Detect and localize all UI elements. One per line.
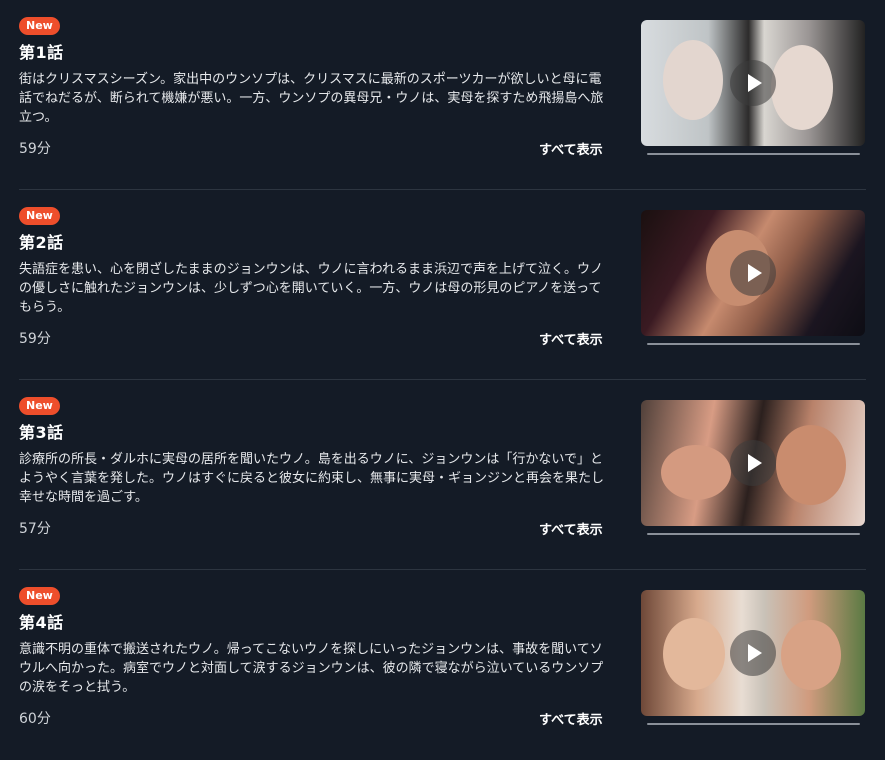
episode-thumbnail[interactable] [641, 590, 865, 716]
episode-thumbnail[interactable] [641, 210, 865, 336]
show-all-button[interactable]: すべて表示 [539, 709, 603, 728]
new-badge: New [19, 207, 60, 225]
show-all-button[interactable]: すべて表示 [539, 519, 603, 538]
thumbnail-image [776, 425, 846, 505]
thumbnail-image [663, 618, 725, 690]
thumbnail-image [781, 620, 841, 690]
episode-thumbnail[interactable] [641, 20, 865, 146]
episode-item: New 第2話 失語症を患い、心を閉ざしたままのジョンウンは、ウノに言われるまま… [0, 190, 885, 380]
thumbnail-image [663, 40, 723, 120]
thumbnail-image [771, 45, 833, 130]
play-icon [748, 74, 762, 92]
episode-description: 街はクリスマスシーズン。家出中のウンソプは、クリスマスに最新のスポーツカーが欲し… [19, 72, 604, 125]
progress-bar [647, 343, 860, 345]
episode-title[interactable]: 第1話 [19, 39, 64, 63]
play-button[interactable] [730, 60, 776, 106]
episode-item: New 第1話 街はクリスマスシーズン。家出中のウンソプは、クリスマスに最新のス… [0, 0, 885, 190]
new-badge: New [19, 587, 60, 605]
episode-title[interactable]: 第2話 [19, 229, 64, 253]
episode-list: New 第1話 街はクリスマスシーズン。家出中のウンソプは、クリスマスに最新のス… [0, 0, 885, 736]
play-icon [748, 264, 762, 282]
play-button[interactable] [730, 630, 776, 676]
progress-bar [647, 723, 860, 725]
episode-duration: 57分 [19, 521, 51, 537]
episode-description: 意識不明の重体で搬送されたウノ。帰ってこないウノを探しにいったジョンウンは、事故… [19, 642, 604, 695]
episode-description: 失語症を患い、心を閉ざしたままのジョンウンは、ウノに言われるまま浜辺で声を上げて… [19, 262, 603, 315]
thumbnail-image [661, 445, 731, 500]
play-button[interactable] [730, 250, 776, 296]
episode-duration: 59分 [19, 331, 51, 347]
show-all-button[interactable]: すべて表示 [539, 329, 603, 348]
episode-item: New 第4話 意識不明の重体で搬送されたウノ。帰ってこないウノを探しにいったジ… [0, 570, 885, 760]
play-icon [748, 454, 762, 472]
episode-duration: 60分 [19, 711, 51, 727]
episode-title[interactable]: 第3話 [19, 419, 64, 443]
new-badge: New [19, 397, 60, 415]
episode-title[interactable]: 第4話 [19, 609, 64, 633]
episode-item: New 第3話 診療所の所長・ダルホに実母の居所を聞いたウノ。島を出るウノに、ジ… [0, 380, 885, 570]
play-icon [748, 644, 762, 662]
play-button[interactable] [730, 440, 776, 486]
progress-bar [647, 533, 860, 535]
episode-description: 診療所の所長・ダルホに実母の居所を聞いたウノ。島を出るウノに、ジョンウンは「行か… [19, 452, 605, 505]
episode-duration: 59分 [19, 141, 51, 157]
episode-thumbnail[interactable] [641, 400, 865, 526]
progress-bar [647, 153, 860, 155]
show-all-button[interactable]: すべて表示 [539, 139, 603, 158]
new-badge: New [19, 17, 60, 35]
